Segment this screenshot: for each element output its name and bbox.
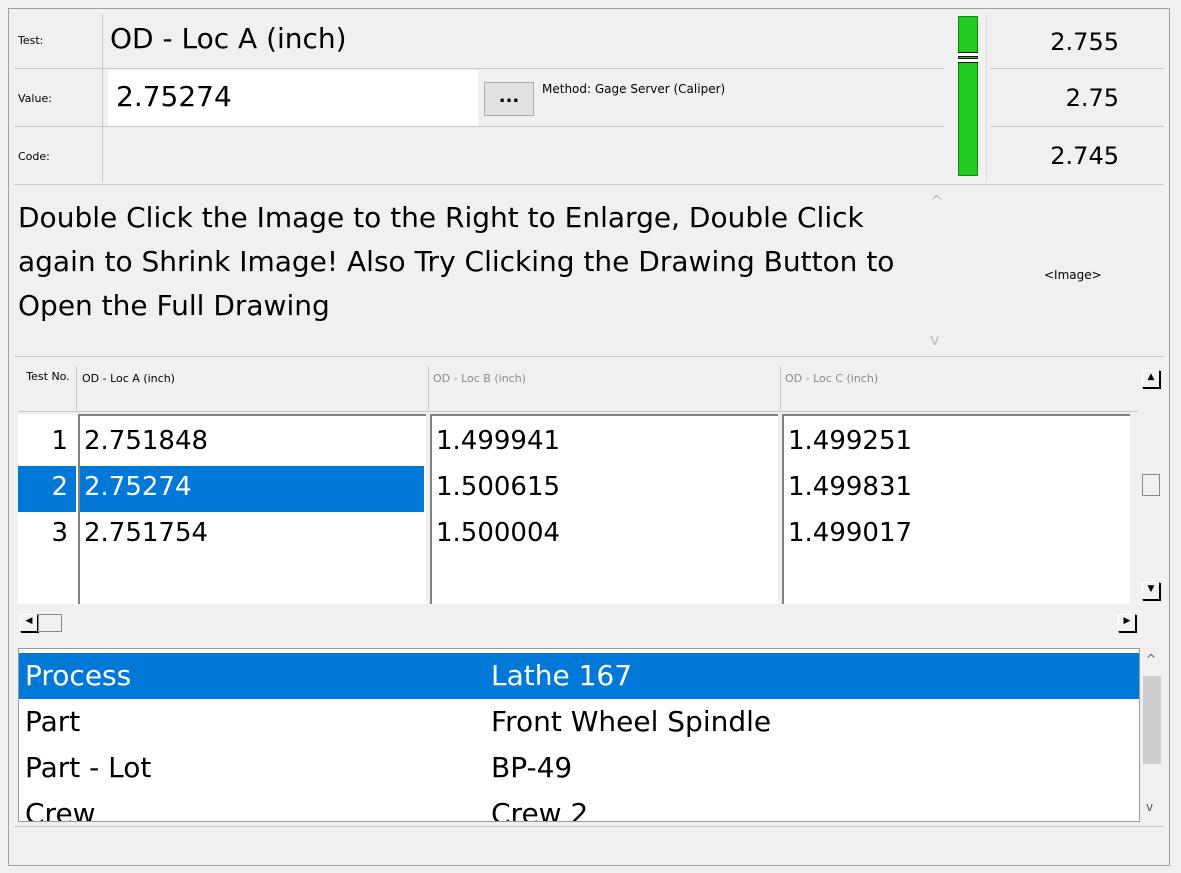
header-bottom-divider — [14, 184, 1164, 185]
scroll-up-caret-icon[interactable]: ^ — [930, 192, 943, 211]
testno-header: Test No. — [26, 370, 70, 383]
list-item-key: Part - Lot — [25, 751, 152, 784]
method-label: Method: Gage Server (Caliper) — [542, 82, 726, 96]
row-divider-1 — [14, 68, 944, 69]
list-item-process[interactable]: Process Lathe 167 — [19, 653, 1139, 699]
gauge-divider — [986, 14, 987, 182]
row-2-cell-b[interactable]: 1.500615 — [436, 472, 560, 502]
test-name: OD - Loc A (inch) — [110, 22, 347, 55]
col-header-c[interactable]: OD - Loc C (inch) — [785, 372, 878, 385]
list-item-value: Front Wheel Spindle — [491, 705, 772, 738]
col-header-b[interactable]: OD - Loc B (inch) — [433, 372, 526, 385]
nominal-value: 2.75 — [1065, 84, 1119, 112]
list-item-value: BP-49 — [491, 751, 573, 784]
list-item-crew[interactable]: Crew Crew 2 — [19, 791, 1139, 822]
info-list[interactable]: Process Lathe 167 Part Front Wheel Spind… — [18, 648, 1140, 822]
status-divider — [14, 826, 1164, 827]
limit-divider-1 — [990, 68, 1164, 69]
grid-hscroll-thumb[interactable] — [38, 614, 62, 632]
label-divider — [102, 14, 103, 182]
hdr-sep-1 — [428, 366, 429, 412]
instruction-bottom-divider — [14, 356, 1164, 357]
instruction-text: Double Click the Image to the Right to E… — [18, 201, 895, 322]
list-item-part-lot[interactable]: Part - Lot BP-49 — [19, 745, 1139, 791]
list-item-key: Process — [25, 659, 132, 692]
list-item-part[interactable]: Part Front Wheel Spindle — [19, 699, 1139, 745]
value-label: Value: — [18, 92, 52, 105]
limit-divider-2 — [990, 126, 1164, 127]
browse-button[interactable]: ... — [484, 82, 534, 116]
row-3-cell-a[interactable]: 2.751754 — [84, 518, 208, 548]
grid-scroll-down-icon[interactable]: ▼ — [1142, 582, 1160, 600]
list-scroll-up-icon[interactable]: ^ — [1146, 652, 1156, 666]
test-label: Test: — [18, 34, 44, 47]
row-1-cell-a[interactable]: 2.751848 — [84, 426, 208, 456]
row-1-cell-c[interactable]: 1.499251 — [788, 426, 912, 456]
hdr-sep-0 — [76, 366, 77, 412]
lower-limit: 2.745 — [1050, 142, 1119, 170]
scroll-down-caret-icon[interactable]: v — [930, 330, 939, 349]
upper-limit: 2.755 — [1050, 28, 1119, 56]
col-header-a[interactable]: OD - Loc A (inch) — [82, 372, 175, 385]
grid-scroll-left-icon[interactable]: ◀ — [20, 614, 38, 632]
row-2-cell-a[interactable]: 2.75274 — [84, 472, 192, 502]
list-item-value: Crew 2 — [491, 797, 589, 822]
grid-scroll-up-icon[interactable]: ▲ — [1142, 370, 1160, 388]
list-item-key: Part — [25, 705, 81, 738]
grid-scroll-right-icon[interactable]: ▶ — [1118, 614, 1136, 632]
list-vscroll-thumb[interactable] — [1143, 676, 1161, 764]
hdr-sep-2 — [780, 366, 781, 412]
part-image[interactable]: <Image> — [1044, 268, 1102, 282]
grid-hscroll-track[interactable] — [18, 612, 1140, 634]
row-1-number[interactable]: 1 — [22, 426, 68, 456]
row-2-cell-c[interactable]: 1.499831 — [788, 472, 912, 502]
grid-header-row — [18, 366, 1138, 412]
row-3-cell-b[interactable]: 1.500004 — [436, 518, 560, 548]
row-3-number[interactable]: 3 — [22, 518, 68, 548]
list-item-value: Lathe 167 — [491, 659, 633, 692]
code-label: Code: — [18, 150, 50, 163]
list-scroll-down-icon[interactable]: v — [1146, 800, 1153, 814]
row-divider-2 — [14, 126, 944, 127]
gauge-marker-lower — [958, 58, 978, 63]
value-field-text: 2.75274 — [116, 80, 232, 113]
row-1-cell-b[interactable]: 1.499941 — [436, 426, 560, 456]
grid-vscroll-thumb[interactable] — [1142, 474, 1160, 496]
row-3-cell-c[interactable]: 1.499017 — [788, 518, 912, 548]
tolerance-gauge — [958, 16, 978, 176]
row-2-number[interactable]: 2 — [22, 472, 68, 502]
gauge-marker-upper — [958, 52, 978, 57]
list-item-key: Crew — [25, 797, 96, 822]
